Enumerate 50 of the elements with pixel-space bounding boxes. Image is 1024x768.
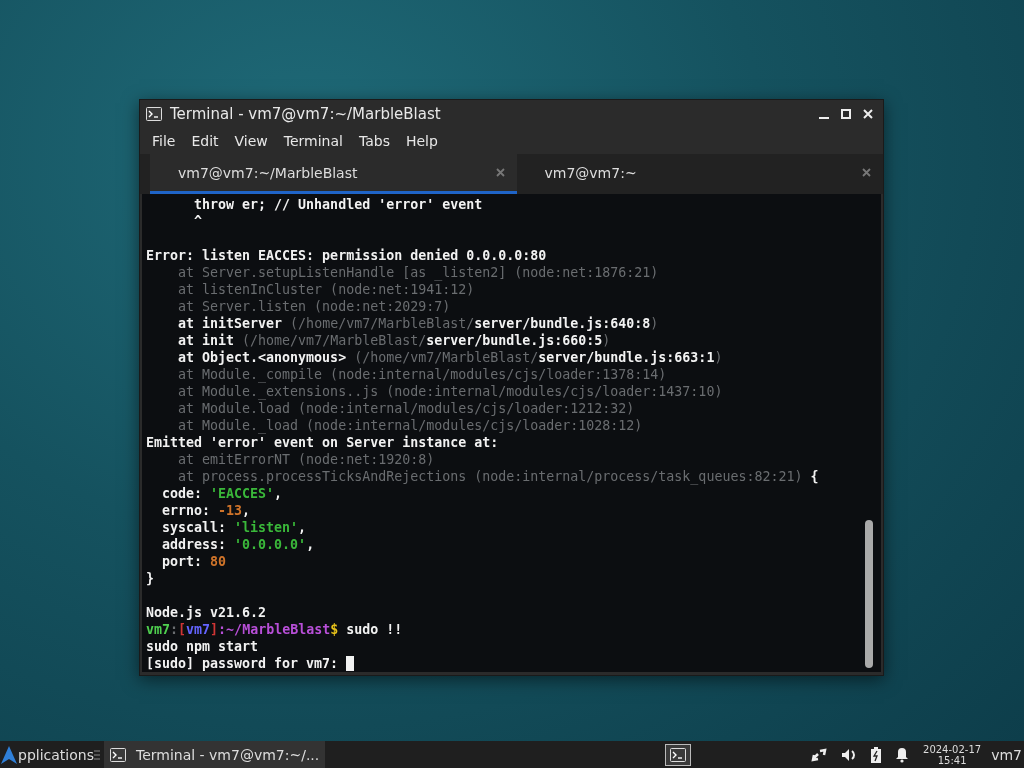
tab[interactable]: vm7@vm7:~/MarbleBlast	[150, 154, 517, 194]
battery-icon[interactable]	[871, 746, 882, 763]
time-label: 15:41	[937, 754, 967, 766]
terminal-line: at Module._extensions..js (node:internal/modules/cjs/loader:1437:10)	[177, 383, 723, 400]
terminal-line: Error: listen EACCES: permission denied 0.0.0.0:80	[146, 247, 547, 264]
terminal-line: at Module._compile (node:internal/modules/cjs/loader:1378:14)	[177, 366, 667, 383]
app-menu-icon[interactable]	[0, 744, 18, 765]
terminal-icon	[670, 747, 687, 762]
text-cursor	[346, 656, 355, 671]
terminal-line: vm7:[vm7]:~/MarbleBlast$ sudo !!	[146, 621, 403, 638]
terminal-icon	[146, 107, 162, 121]
terminal-line: at Server.setupListenHandle [as _listen2] (node:net:1876:21)	[177, 264, 659, 281]
terminal-line: at Module._load (node:internal/modules/cjs/loader:1028:12)	[177, 417, 643, 434]
workspace-switcher[interactable]	[665, 743, 692, 766]
user-name[interactable]: vm7	[991, 746, 1022, 763]
taskbar-window-button[interactable]: Terminal - vm7@vm7:~/...	[103, 741, 326, 768]
terminal-line: syscall: 'listen',	[161, 519, 307, 536]
terminal-line: at initServer (/home/vm7/MarbleBlast/server/bundle.js:640:8)	[177, 315, 659, 332]
menu-item[interactable]: View	[226, 133, 276, 149]
terminal-line: at listenInCluster (node:net:1941:12)	[177, 281, 475, 298]
terminal-line: code: 'EACCES',	[161, 485, 283, 502]
terminal-line: Node.js v21.6.2	[146, 604, 267, 621]
terminal-line: port: 80	[161, 553, 227, 570]
network-icon[interactable]	[811, 746, 828, 763]
menu-item[interactable]: Help	[397, 133, 446, 149]
menu-item[interactable]: File	[144, 133, 184, 149]
maximize-icon[interactable]	[841, 109, 851, 119]
menu-item[interactable]: Tabs	[350, 133, 398, 149]
terminal-line: at Server.listen (node:net:2029:7)	[177, 298, 451, 315]
separator-icon	[93, 749, 100, 760]
terminal-line: at emitErrorNT (node:net:1920:8)	[177, 451, 435, 468]
notification-bell-icon[interactable]	[895, 746, 910, 763]
terminal-line: at process.processTicksAndRejections (node:internal/process/task_queues:82:21) {	[177, 468, 819, 485]
terminal-line: [sudo] password for vm7:	[146, 655, 340, 672]
terminal-line: at init (/home/vm7/MarbleBlast/server/bundle.js:660:5)	[177, 332, 611, 349]
menu-item[interactable]: Terminal	[275, 133, 351, 149]
terminal-line: throw er; // Unhandled 'error' event	[193, 196, 483, 213]
date-label: 2024-02-17	[923, 743, 982, 755]
terminal-line: at Object.<anonymous> (/home/vm7/MarbleBlast/server/bundle.js:663:1)	[177, 349, 723, 366]
terminal-line: Emitted 'error' event on Server instance at:	[146, 434, 499, 451]
terminal-line: address: '0.0.0.0',	[161, 536, 315, 553]
terminal-line: at Module.load (node:internal/modules/cjs/loader:1212:32)	[177, 400, 635, 417]
terminal-icon	[109, 747, 126, 762]
applications-menu[interactable]: pplications	[18, 746, 94, 763]
terminal-line: ^	[193, 213, 203, 230]
menu-item[interactable]: Edit	[183, 133, 227, 149]
window-title: Terminal - vm7@vm7:~/MarbleBlast	[170, 105, 442, 123]
terminal-line: }	[146, 570, 154, 587]
terminal-line: sudo npm start	[146, 638, 259, 655]
terminal-line: errno: -13,	[161, 502, 251, 519]
